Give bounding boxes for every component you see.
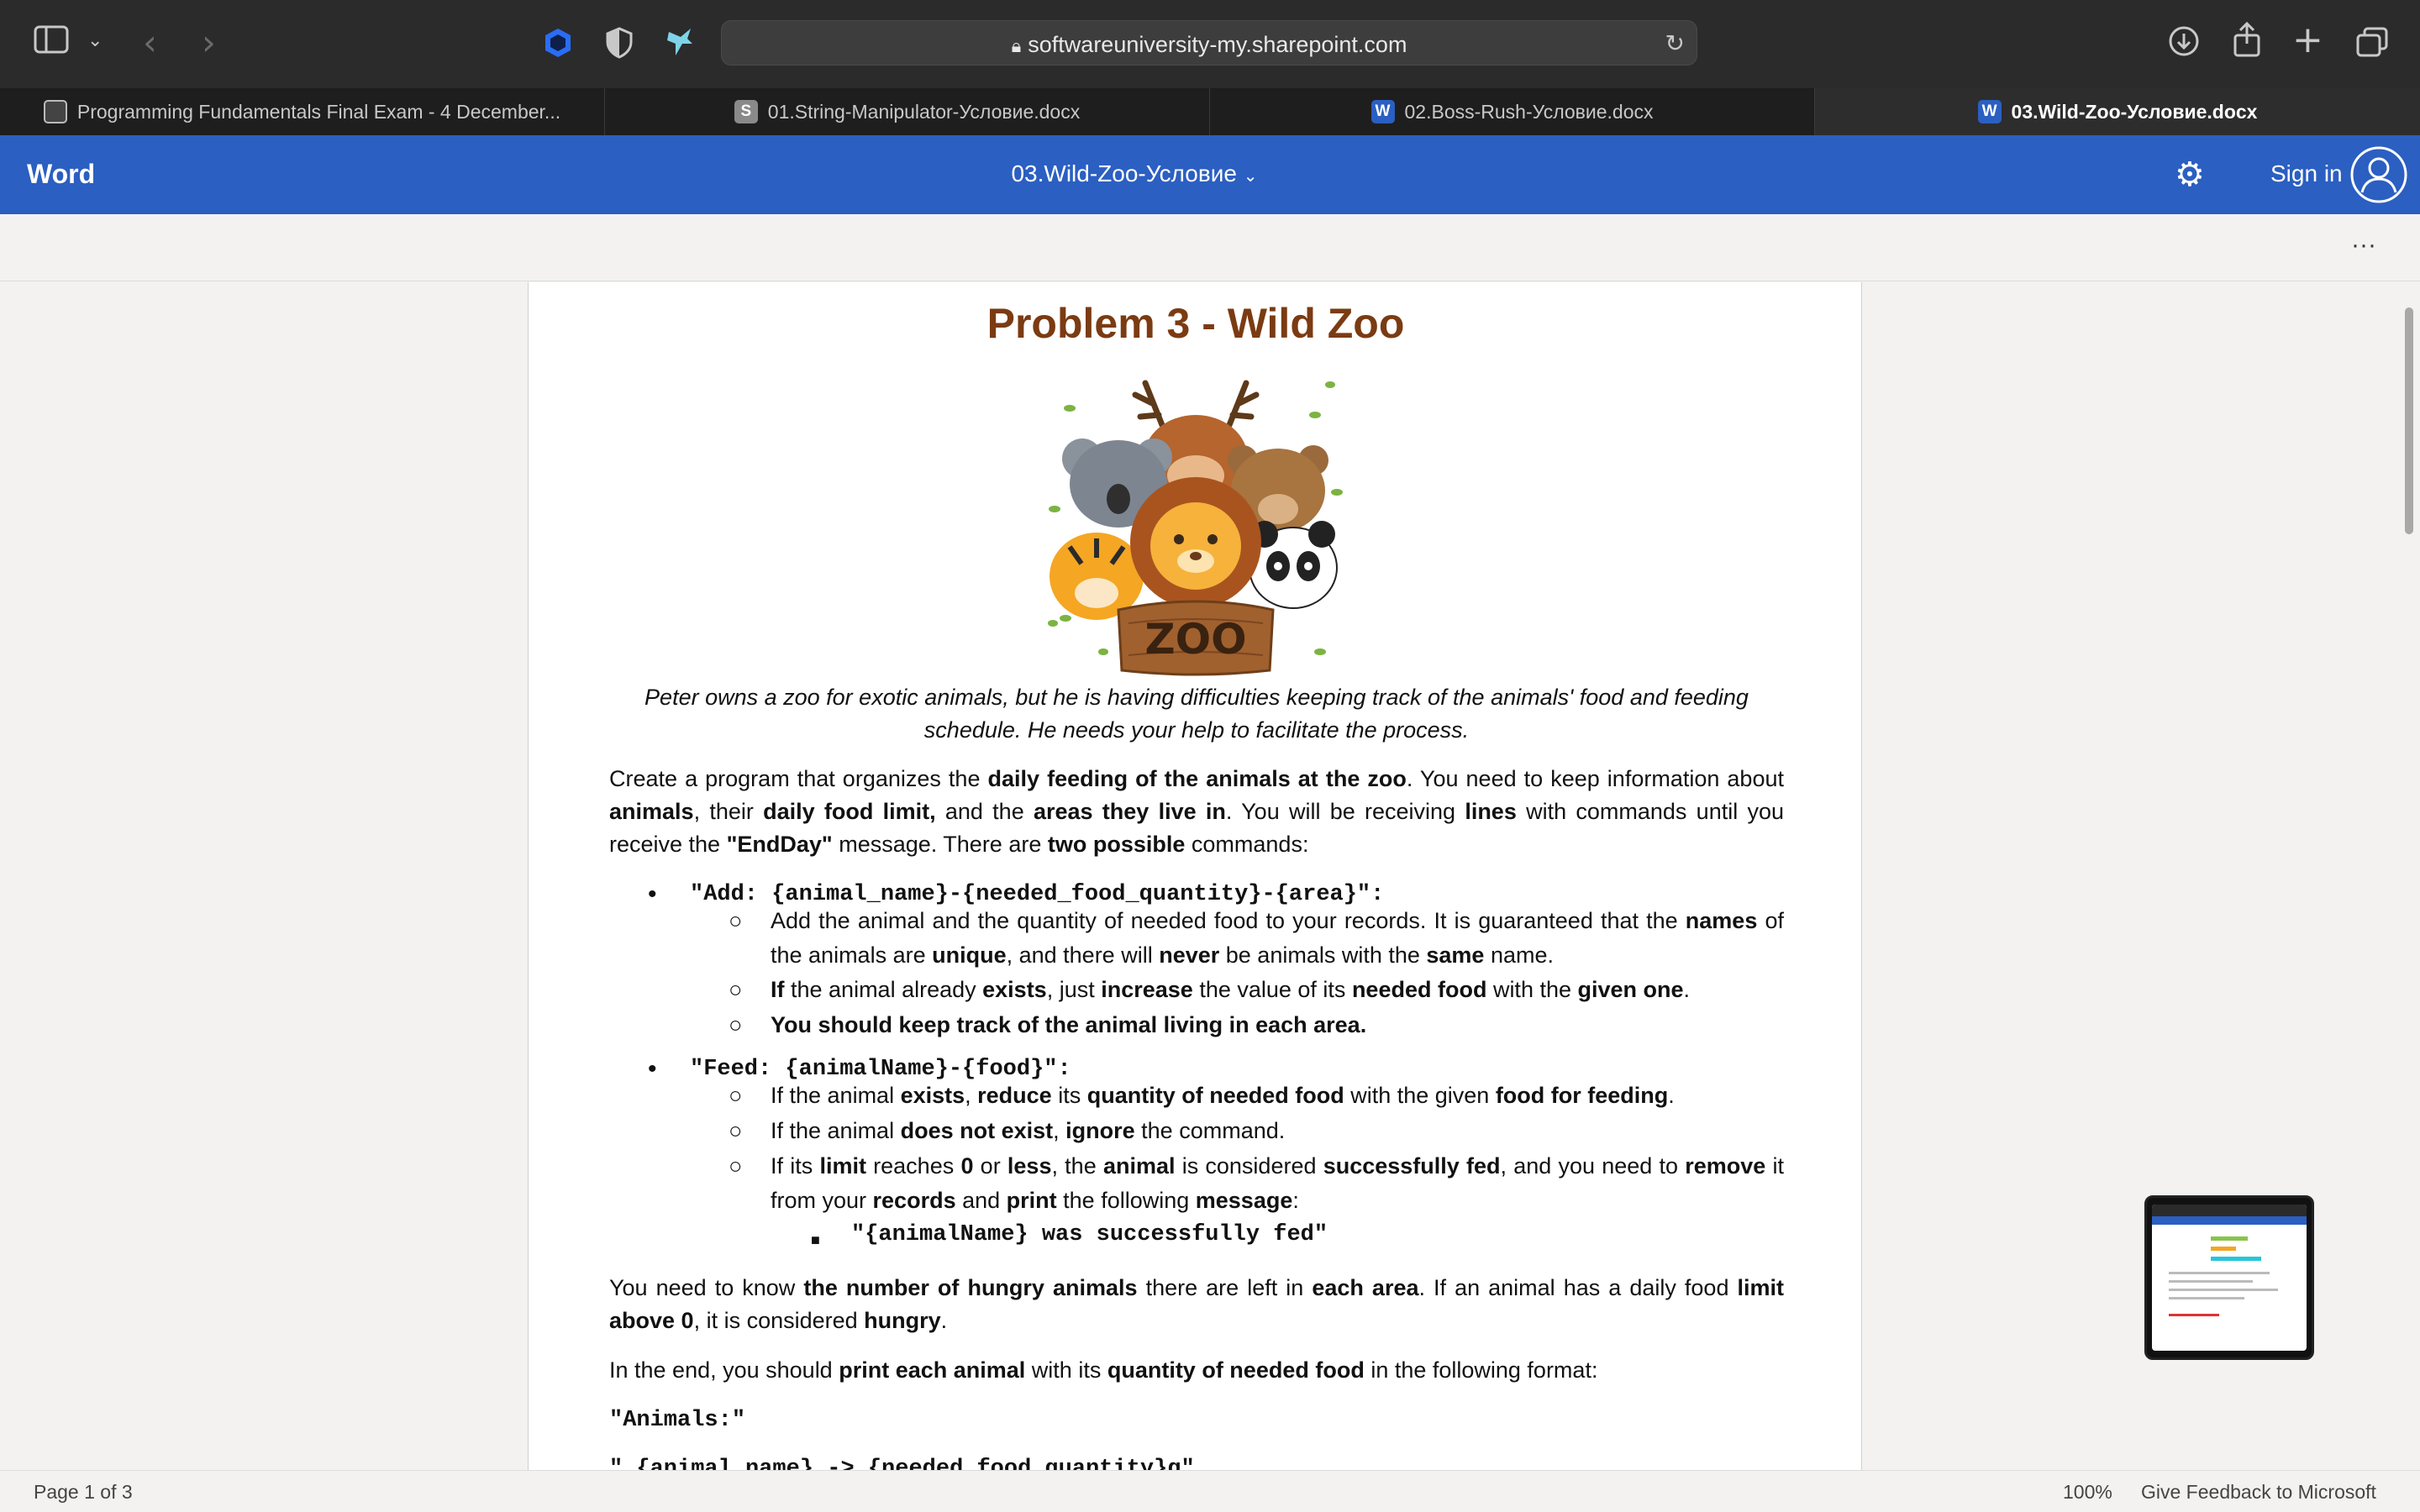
tab-boss-rush[interactable]: W 02.Boss-Rush-Условие.docx — [1210, 88, 1815, 135]
word-favicon-icon: W — [1977, 100, 2002, 123]
circle-bullet-icon: ○ — [729, 908, 743, 933]
lock-icon: 🔒︎ — [1011, 35, 1022, 56]
give-feedback-link[interactable]: Give Feedback to Microsoft — [2141, 1481, 2376, 1504]
intro-line-2: schedule. He needs your help to facilita… — [923, 717, 1470, 743]
ribbon: ··· — [0, 214, 2420, 281]
status-bar: Page 1 of 3 100% Give Feedback to Micros… — [0, 1470, 2420, 1512]
description-paragraph: Create a program that organizes the dail… — [609, 766, 1784, 857]
intro-line-1: Peter owns a zoo for exotic animals, but… — [644, 685, 1749, 710]
hungry-paragraph: You need to know the number of hungry an… — [609, 1275, 1785, 1333]
tab-wild-zoo[interactable]: W 03.Wild-Zoo-Условие.docx — [1815, 88, 2420, 135]
add-rule-2: If the animal already exists, just incre… — [771, 977, 1691, 1002]
zoom-level[interactable]: 100% — [2063, 1481, 2112, 1504]
more-options-button[interactable]: ··· — [2351, 231, 2376, 260]
add-rule-3: You should keep track of the animal livi… — [771, 1012, 1367, 1037]
reload-icon[interactable]: ↻ — [1665, 29, 1685, 57]
add-rule-1: Add the animal and the quantity of neede… — [771, 908, 1784, 968]
tab-bar: Programming Fundamentals Final Exam - 4 … — [0, 88, 2420, 135]
sign-in-link[interactable]: Sign in — [2270, 160, 2343, 187]
chevron-down-icon: ⌄ — [1243, 165, 1258, 186]
forward-arrow-icon[interactable]: › — [202, 22, 216, 63]
extension-shield-blue-icon[interactable] — [542, 27, 574, 62]
problem-title: Problem 3 - Wild Zoo — [986, 300, 1405, 347]
vertical-scrollbar[interactable] — [2396, 282, 2420, 1470]
feed-rule-3: If its limit reaches 0 or less, the anim… — [771, 1153, 1785, 1213]
tab-label: Programming Fundamentals Final Exam - 4 … — [76, 100, 561, 123]
word-header: Word 03.Wild-Zoo-Условие ⌄ ⚙ Sign in — [0, 135, 2420, 214]
tab-overview-icon[interactable] — [2356, 27, 2388, 60]
tab-label: 03.Wild-Zoo-Условие.docx — [2011, 100, 2258, 123]
thumbnail-image — [2152, 1205, 2307, 1351]
back-arrow-icon[interactable]: ‹ — [143, 22, 157, 63]
new-tab-plus-icon[interactable]: + — [2292, 18, 2323, 61]
circle-bullet-icon: ○ — [729, 977, 743, 1002]
tab-exam[interactable]: Programming Fundamentals Final Exam - 4 … — [0, 88, 605, 135]
tab-string-manipulator[interactable]: S 01.String-Manipulator-Условие.docx — [605, 88, 1210, 135]
zoo-animals-illustration: ZOO — [1044, 366, 1347, 677]
circle-bullet-icon: ○ — [729, 1153, 743, 1179]
document-title-text: 03.Wild-Zoo-Условие — [1011, 160, 1237, 186]
fed-message-format: "{animalName} was successfully fed" — [851, 1222, 1328, 1247]
circle-bullet-icon: ○ — [729, 1118, 743, 1143]
output-paragraph: In the end, you should print each animal… — [609, 1357, 1598, 1383]
screenshot-thumbnail-preview[interactable] — [2144, 1195, 2314, 1360]
feed-rule-2: If the animal does not exist, ignore the… — [771, 1118, 1286, 1143]
extension-bird-icon[interactable] — [664, 25, 696, 62]
user-avatar-icon[interactable] — [2349, 145, 2408, 208]
zoo-sign-text: ZOO — [1144, 615, 1246, 664]
document-page[interactable]: Problem 3 - Wild Zoo ZOO Peter owns a zo… — [528, 282, 1862, 1470]
tab-label: 01.String-Manipulator-Условие.docx — [767, 100, 1081, 123]
feed-rule-1: If the animal exists, reduce its quantit… — [771, 1083, 1675, 1108]
share-icon[interactable] — [2232, 21, 2262, 60]
sidebar-toggle-icon[interactable] — [34, 25, 69, 57]
settings-gear-icon[interactable]: ⚙ — [2175, 155, 2205, 194]
output-format-line-1: "Animals:" — [609, 1408, 746, 1433]
output-format-line-2: " {animal_name} -> {needed_food_quantity… — [609, 1457, 1195, 1470]
document-title[interactable]: 03.Wild-Zoo-Условие ⌄ — [0, 160, 2269, 187]
word-favicon-icon: W — [1370, 100, 1395, 123]
circle-bullet-icon: ○ — [729, 1083, 743, 1108]
privacy-shield-icon[interactable] — [605, 27, 634, 62]
square-bullet-icon: ■ — [811, 1231, 820, 1248]
chevron-down-icon[interactable]: ⌄ — [87, 30, 103, 51]
intro-paragraph: Peter owns a zoo for exotic animals, but… — [609, 681, 1784, 747]
s-favicon-icon: S — [734, 100, 758, 123]
bullet-dot-icon: • — [648, 1055, 657, 1083]
page-count: Page 1 of 3 — [34, 1481, 133, 1503]
tab-label: 02.Boss-Rush-Условие.docx — [1404, 100, 1654, 123]
download-icon[interactable] — [2168, 25, 2200, 60]
address-bar[interactable]: 🔒︎ softwareuniversity-my.sharepoint.com ↻ — [721, 20, 1697, 66]
circle-bullet-icon: ○ — [729, 1012, 743, 1037]
bullet-dot-icon: • — [648, 880, 657, 908]
url-text: softwareuniversity-my.sharepoint.com — [1028, 32, 1407, 57]
scrollbar-thumb[interactable] — [2405, 307, 2413, 534]
monitor-icon — [43, 100, 67, 123]
browser-toolbar: ⌄ ‹ › 🔒︎ softwareuniversity-my.sharepoint… — [0, 0, 2420, 88]
